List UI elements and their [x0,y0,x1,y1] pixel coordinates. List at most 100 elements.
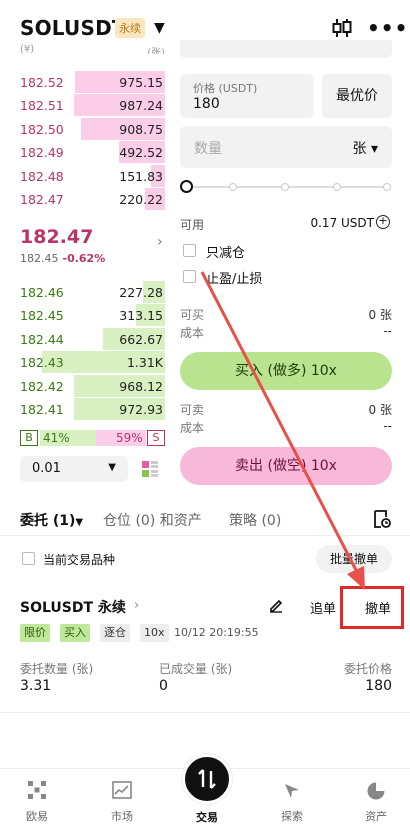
tp-sl-checkbox[interactable] [183,270,196,283]
order-side-tag: 买入 [60,624,90,642]
precision-value: 0.01 [32,461,61,476]
chevron-right-icon[interactable]: › [157,234,163,250]
can-buy-value: 0 张 [368,308,392,322]
ask-qty: 975.15 [119,75,163,90]
order-time: 10/12 20:19:55 [174,626,259,639]
order-price-label: 委托价格 [343,662,392,676]
price-value: 180 [193,96,220,112]
quantity-unit-select[interactable]: 张 ▾ [353,138,378,158]
caret-down-icon[interactable]: ▼ [154,20,165,36]
mark-price: 182.45 [20,252,59,265]
trade-button[interactable] [182,754,232,804]
mark-price-line: 182.45 -0.62% [20,252,105,265]
more-icon[interactable]: ••• [367,16,408,40]
slider-step[interactable] [281,183,289,191]
bid-row[interactable]: 182.44 662.67 [20,327,165,350]
ask-qty: 987.24 [119,98,163,114]
bid-row[interactable]: 182.42 968.12 [20,374,165,397]
ask-price: 182.51 [20,98,64,114]
buy-percent: 41% [43,431,70,445]
ask-row[interactable]: 182.50 908.75 [20,117,165,140]
bid-qty: 968.12 [119,378,163,394]
caret-down-icon: ▼ [75,517,84,528]
ask-row[interactable]: 182.48 151.83 [20,164,165,187]
leverage-tag: 10x [140,624,169,642]
ask-qty: 492.52 [119,145,163,161]
market-chart-icon[interactable] [112,781,132,803]
ask-price: 182.52 [20,75,64,90]
bid-price: 182.41 [20,402,64,417]
nav-assets[interactable]: 资产 [351,808,401,824]
edit-icon[interactable] [268,597,284,617]
bid-row[interactable]: 182.46 227.28 [20,281,165,303]
sell-short-button[interactable]: 卖出 (做空) 10x [180,447,392,485]
nav-market[interactable]: 市场 [97,808,147,824]
slider-step[interactable] [229,183,237,191]
bid-row[interactable]: 182.41 972.93 [20,398,165,420]
assets-pie-icon[interactable] [366,781,386,805]
buy-sell-ratio: B 41% 59% S [20,430,165,448]
ask-row[interactable]: 182.51 987.24 [20,94,165,117]
cancel-all-button[interactable]: 批量撤单 [316,545,392,573]
can-sell-value: 0 张 [368,403,392,417]
bid-row[interactable]: 182.45 313.15 [20,304,165,327]
margin-mode-tag: 逐仓 [100,624,130,642]
symbol-title[interactable]: SOLUSDT [20,16,126,40]
chase-order-button[interactable]: 追单 [310,598,336,617]
chevron-right-icon[interactable]: › [134,598,139,613]
ask-qty: 908.75 [119,121,163,137]
orderbook-header: (¥) (张) [20,44,165,54]
cost-label: 成本 [180,326,205,340]
okx-logo-icon[interactable] [28,781,46,803]
best-price-button[interactable]: 最优价 [322,74,392,118]
slider-step[interactable] [383,183,391,191]
bid-qty: 972.93 [119,402,163,417]
price-input[interactable]: 价格 (USDT) 180 [180,74,314,118]
add-funds-icon[interactable]: + [376,215,390,229]
buy-long-button[interactable]: 买入 (做多) 10x [180,352,392,390]
precision-select[interactable]: 0.01 ▼ [20,456,128,482]
tab-orders[interactable]: 委托 (1)▼ [20,510,83,530]
nav-home[interactable]: 欧易 [12,808,62,824]
form-top-field[interactable] [180,40,392,58]
sell-letter: S [147,430,165,446]
tab-strategy[interactable]: 策略 (0) [229,510,281,530]
ask-row[interactable]: 182.49 492.52 [20,141,165,164]
sell-percent: 59% [116,431,143,445]
order-qty-label: 委托数量 (张) [20,662,94,676]
filled-qty-value: 0 [159,678,168,694]
nav-trade[interactable]: 交易 [182,809,232,825]
order-history-icon[interactable] [373,509,391,533]
reduce-only-checkbox[interactable] [183,244,196,257]
cost2-value: -- [383,419,392,433]
reduce-only-label: 只减仓 [206,246,246,261]
order-price-value: 180 [365,678,392,694]
nav-explore[interactable]: 探索 [267,808,317,824]
slider-knob[interactable] [180,180,193,193]
bid-qty: 313.15 [119,308,163,324]
current-symbol-label: 当前交易品种 [43,553,116,567]
bid-row[interactable]: 182.43 1.31K [20,351,165,374]
can-buy-label: 可买 [180,308,205,322]
caret-down-icon: ▼ [108,462,116,473]
perpetual-tag: 永续 [115,18,145,38]
orderbook-layout-icon[interactable] [141,460,159,478]
ask-row[interactable]: 182.52 975.15 [20,71,165,93]
bid-price: 182.43 [20,355,64,371]
explore-compass-icon[interactable] [282,781,302,805]
order-symbol[interactable]: SOLUSDT 永续 [20,597,126,617]
available-value: 0.17 USDT [310,216,374,230]
bid-price: 182.42 [20,378,64,394]
bid-price: 182.44 [20,331,64,347]
cost-value: -- [383,324,392,338]
filled-qty-label: 已成交量 (张) [159,662,233,676]
ask-row[interactable]: 182.47 220.22 [20,188,165,210]
quantity-input[interactable]: 数量 张 ▾ [180,126,392,168]
slider-step[interactable] [333,183,341,191]
current-symbol-checkbox[interactable] [22,552,35,565]
price-change: -0.62% [62,252,106,265]
tp-sl-label: 止盈/止损 [206,272,263,287]
quantity-slider[interactable] [180,180,392,194]
tab-positions[interactable]: 仓位 (0) 和资产 [103,510,202,530]
price-label: 价格 (USDT) [193,82,258,95]
